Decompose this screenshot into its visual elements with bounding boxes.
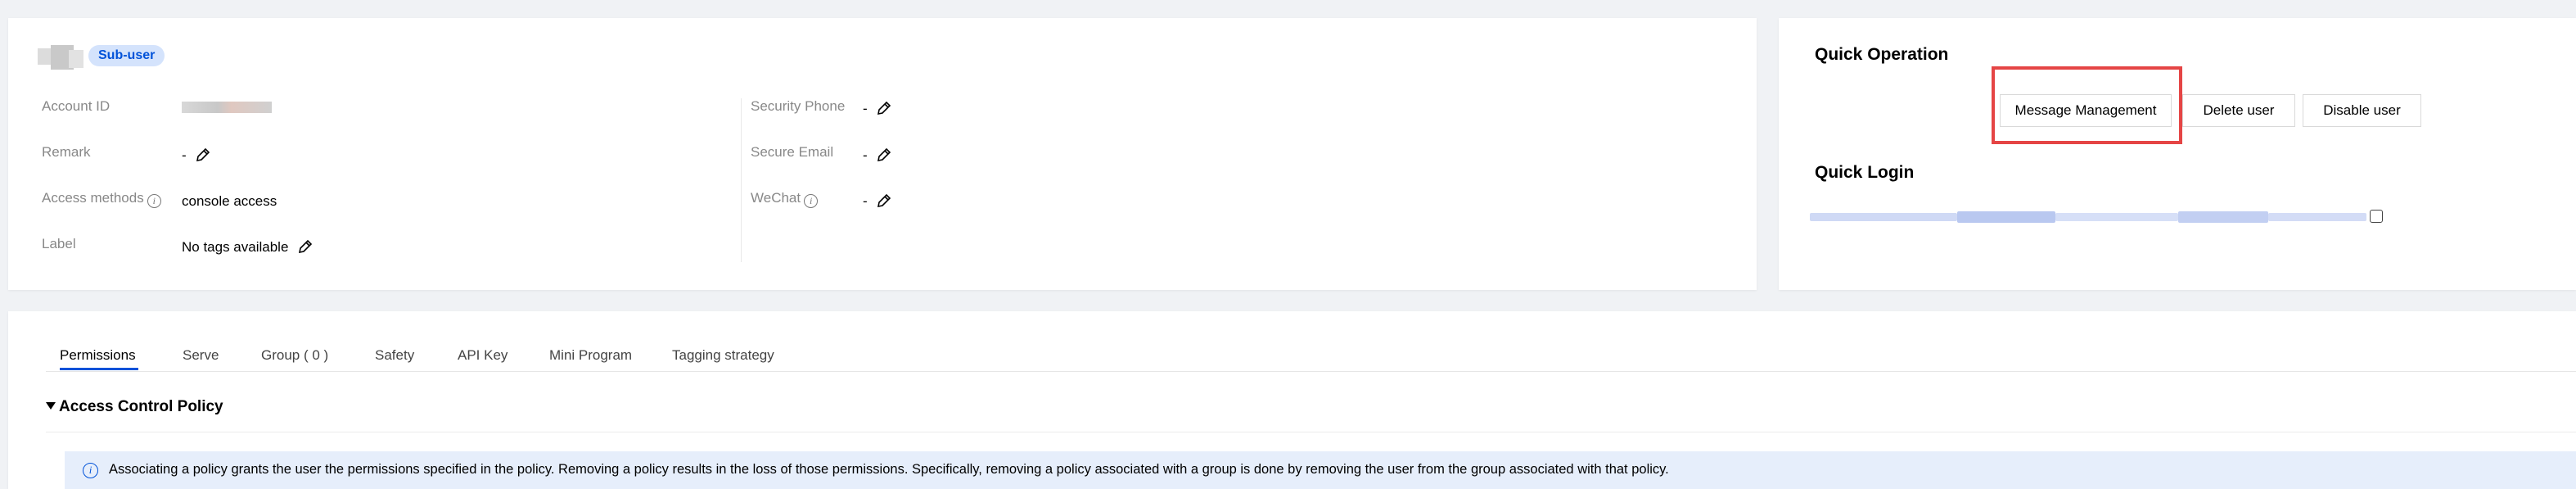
tab-api-key[interactable]: API Key bbox=[458, 347, 508, 364]
tab-safety[interactable]: Safety bbox=[375, 347, 414, 364]
tab-serve[interactable]: Serve bbox=[183, 347, 219, 364]
highlight-box bbox=[1992, 66, 2182, 144]
quick-operation-card: Quick Operation Message Management Delet… bbox=[1779, 18, 2576, 290]
edit-remark-icon[interactable] bbox=[195, 147, 211, 163]
tab-tagging-strategy[interactable]: Tagging strategy bbox=[672, 347, 774, 364]
user-info-card: Sub-user Account ID Remark - Access meth… bbox=[8, 18, 1757, 290]
label-value: No tags available bbox=[182, 238, 314, 256]
copy-icon[interactable] bbox=[2370, 210, 2383, 223]
remark-label: Remark bbox=[42, 144, 91, 160]
quick-login-title: Quick Login bbox=[1815, 163, 1915, 182]
access-methods-label: Access methods i bbox=[42, 190, 161, 208]
secure-email-value: - bbox=[863, 147, 892, 164]
quick-operation-title: Quick Operation bbox=[1815, 45, 1949, 64]
column-divider bbox=[741, 98, 742, 262]
tab-permissions[interactable]: Permissions bbox=[60, 347, 136, 364]
policy-notice: i Associating a policy grants the user t… bbox=[65, 451, 2576, 489]
tab-mini-program[interactable]: Mini Program bbox=[549, 347, 632, 364]
secure-email-label: Secure Email bbox=[751, 144, 834, 160]
edit-secure-email-icon[interactable] bbox=[876, 147, 892, 163]
policy-notice-text: Associating a policy grants the user the… bbox=[109, 462, 1669, 477]
remark-value: - bbox=[182, 147, 211, 164]
wechat-value: - bbox=[863, 192, 892, 210]
access-control-policy-header[interactable]: Access Control Policy bbox=[46, 398, 223, 416]
sub-user-badge: Sub-user bbox=[88, 45, 165, 66]
quick-login-link[interactable] bbox=[1810, 210, 2383, 224]
tab-group[interactable]: Group ( 0 ) bbox=[261, 347, 328, 364]
delete-user-button[interactable]: Delete user bbox=[2182, 94, 2295, 127]
security-phone-label: Security Phone bbox=[751, 98, 846, 114]
info-icon[interactable]: i bbox=[147, 194, 161, 208]
tabs-divider bbox=[46, 371, 2576, 372]
label-label: Label bbox=[42, 236, 76, 251]
access-methods-value: console access bbox=[182, 193, 277, 209]
account-id-value bbox=[182, 102, 272, 113]
edit-wechat-icon[interactable] bbox=[876, 192, 892, 209]
security-phone-value: - bbox=[863, 100, 892, 117]
wechat-label: WeChat i bbox=[751, 190, 819, 208]
disable-user-button[interactable]: Disable user bbox=[2303, 94, 2421, 127]
edit-security-phone-icon[interactable] bbox=[876, 100, 892, 116]
avatar bbox=[38, 45, 87, 70]
account-id-label: Account ID bbox=[42, 98, 111, 114]
active-tab-indicator bbox=[60, 368, 138, 370]
info-icon: i bbox=[83, 463, 98, 478]
info-icon[interactable]: i bbox=[804, 194, 819, 208]
caret-down-icon bbox=[46, 402, 56, 410]
edit-label-icon[interactable] bbox=[297, 238, 314, 255]
